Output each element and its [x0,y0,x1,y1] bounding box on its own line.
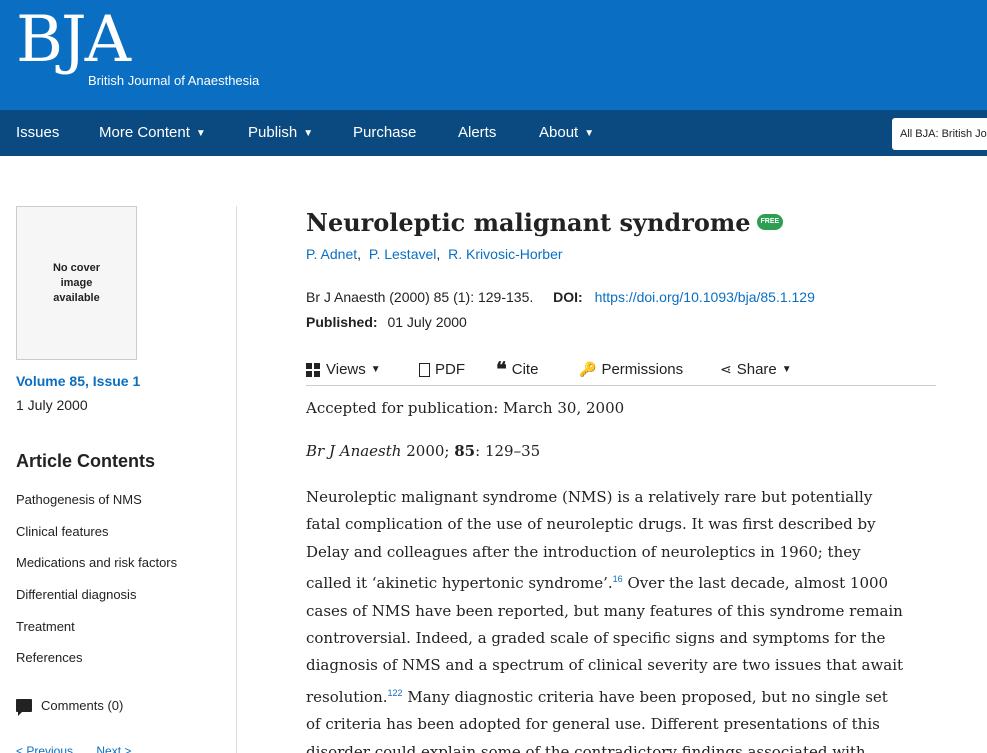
nav-purchase[interactable]: Purchase [353,110,416,156]
prev-next-nav: < Previous Next > [16,744,151,753]
views-label: Views [326,361,366,378]
body-line: disorder could explain some of the contr… [306,742,866,753]
caret-down-icon: ▼ [584,128,595,139]
free-badge: FREE [756,214,784,230]
doi-link[interactable]: https://doi.org/10.1093/bja/85.1.129 [595,289,815,305]
site-header: BJA British Journal of Anaesthesia [0,0,987,110]
published-date: 01 July 2000 [387,314,467,330]
body-line-with-ref: called it ‘akinetic hypertonic syndrome’… [306,566,936,597]
comment-icon [16,699,32,716]
body-line: Neuroleptic malignant syndrome (NMS) is … [306,488,873,506]
toc-item[interactable]: Medications and risk factors [16,555,177,587]
body-text: Many diagnostic criteria have been propo… [402,687,888,706]
grid-icon [306,362,321,377]
nav-issues-label: Issues [16,124,60,141]
journal-name[interactable]: British Journal of Anaesthesia [88,73,259,88]
share-label: Share [736,361,777,378]
permissions-label: Permissions [601,361,684,378]
issue-sidebar: No cover image available Volume 85, Issu… [16,206,216,753]
cover-placeholder[interactable]: No cover image available [16,206,137,360]
ref-journal: Br J Anaesth [306,442,402,460]
body-line: controversial. Indeed, a graded scale of… [306,629,886,648]
article-title: Neuroleptic malignant syndrome FREE [306,206,936,238]
pdf-button[interactable]: PDF [419,361,465,378]
body-line: Delay and colleagues after the introduct… [306,542,861,561]
ref-volume: 85 [454,442,476,460]
quote-icon: ❝ [496,358,507,381]
author-list: P. Adnet, P. Lestavel, R. Krivosic-Horbe… [306,246,563,262]
search-scope-select[interactable]: All BJA: British Jo [892,118,987,150]
toc-item[interactable]: Clinical features [16,524,177,556]
body-line: cases of NMS have been reported, but man… [306,601,903,620]
published-line: Published: 01 July 2000 [306,314,467,330]
citation-line: Br J Anaesth (2000) 85 (1): 129-135. DOI… [306,289,815,305]
body-text: Over the last decade, almost 1000 [622,574,889,593]
nav-about[interactable]: About ▼ [539,110,594,156]
bja-logo[interactable]: BJA [16,2,131,78]
toc-item[interactable]: Pathogenesis of NMS [16,492,177,524]
journal-reference: Br J Anaesth 2000; 85: 129–35 [306,442,540,460]
pdf-label: PDF [435,361,465,378]
caret-down-icon: ▼ [370,364,381,375]
views-button[interactable]: Views ▼ [306,361,381,378]
permissions-button[interactable]: 🔑 Permissions [579,361,683,378]
ref-pages: : 129–35 [475,442,541,460]
next-link[interactable]: Next > [96,744,131,753]
author-link[interactable]: R. Krivosic-Horber [448,246,562,262]
caret-down-icon: ▼ [195,128,206,139]
cite-button[interactable]: ❝ Cite [496,358,539,381]
sidebar-divider [236,206,237,753]
reference-link[interactable]: 122 [388,688,403,698]
comments-label: Comments (0) [41,698,124,713]
issue-date: 1 July 2000 [16,397,88,413]
doi-label: DOI: [553,289,583,305]
nav-publish-label: Publish [248,124,298,141]
article-main: Neuroleptic malignant syndrome FREE P. A… [306,206,936,753]
nav-issues[interactable]: Issues [16,110,59,156]
accepted-date: Accepted for publication: March 30, 2000 [306,399,625,417]
body-line: diagnosis of NMS and a spectrum of clini… [306,656,904,675]
body-line: fatal complication of the use of neurole… [306,515,876,534]
pdf-icon [419,362,430,377]
ref-year: 2000; [406,442,450,460]
nav-publish[interactable]: Publish ▼ [248,110,313,156]
body-line-with-ref: resolution.122 Many diagnostic criteria … [306,680,936,711]
author-link[interactable]: P. Adnet [306,246,357,262]
previous-link[interactable]: < Previous [16,744,73,753]
caret-down-icon: ▼ [781,364,792,375]
published-label: Published: [306,314,378,330]
nav-more-content-label: More Content [99,124,190,141]
nav-purchase-label: Purchase [353,124,417,141]
share-icon: ⋖ [720,361,732,377]
reference-link[interactable]: 16 [613,574,623,584]
share-button[interactable]: ⋖ Share ▼ [720,361,792,378]
article-toc: Pathogenesis of NMS Clinical features Me… [16,492,177,682]
nav-more-content[interactable]: More Content ▼ [99,110,206,156]
toc-item[interactable]: References [16,650,177,682]
nav-about-label: About [539,124,579,141]
body-text: resolution. [306,687,388,706]
article-toolbar: Views ▼ PDF ❝ Cite 🔑 Permissions ⋖ Share… [306,358,936,386]
author-separator: , [436,246,441,262]
key-icon: 🔑 [579,361,597,377]
caret-down-icon: ▼ [303,128,314,139]
body-line: of criteria has been adopted for general… [306,715,880,734]
author-link[interactable]: P. Lestavel [369,246,436,262]
citation: Br J Anaesth (2000) 85 (1): 129-135. [306,289,534,305]
main-nav: Issues More Content ▼ Publish ▼ Purchase A… [0,110,987,156]
volume-link[interactable]: Volume 85, Issue 1 [16,373,140,389]
nav-alerts[interactable]: Alerts [458,110,496,156]
article-body: Neuroleptic malignant syndrome (NMS) is … [306,484,936,753]
body-text: called it ‘akinetic hypertonic syndrome’… [306,574,613,593]
toc-item[interactable]: Treatment [16,619,177,651]
cite-label: Cite [511,361,539,378]
comments-link[interactable]: Comments (0) [16,698,124,716]
author-separator: , [357,246,362,262]
nav-alerts-label: Alerts [458,124,497,141]
article-contents-heading: Article Contents [16,451,156,471]
article-title-text: Neuroleptic malignant syndrome [306,207,751,237]
toc-item[interactable]: Differential diagnosis [16,587,177,619]
